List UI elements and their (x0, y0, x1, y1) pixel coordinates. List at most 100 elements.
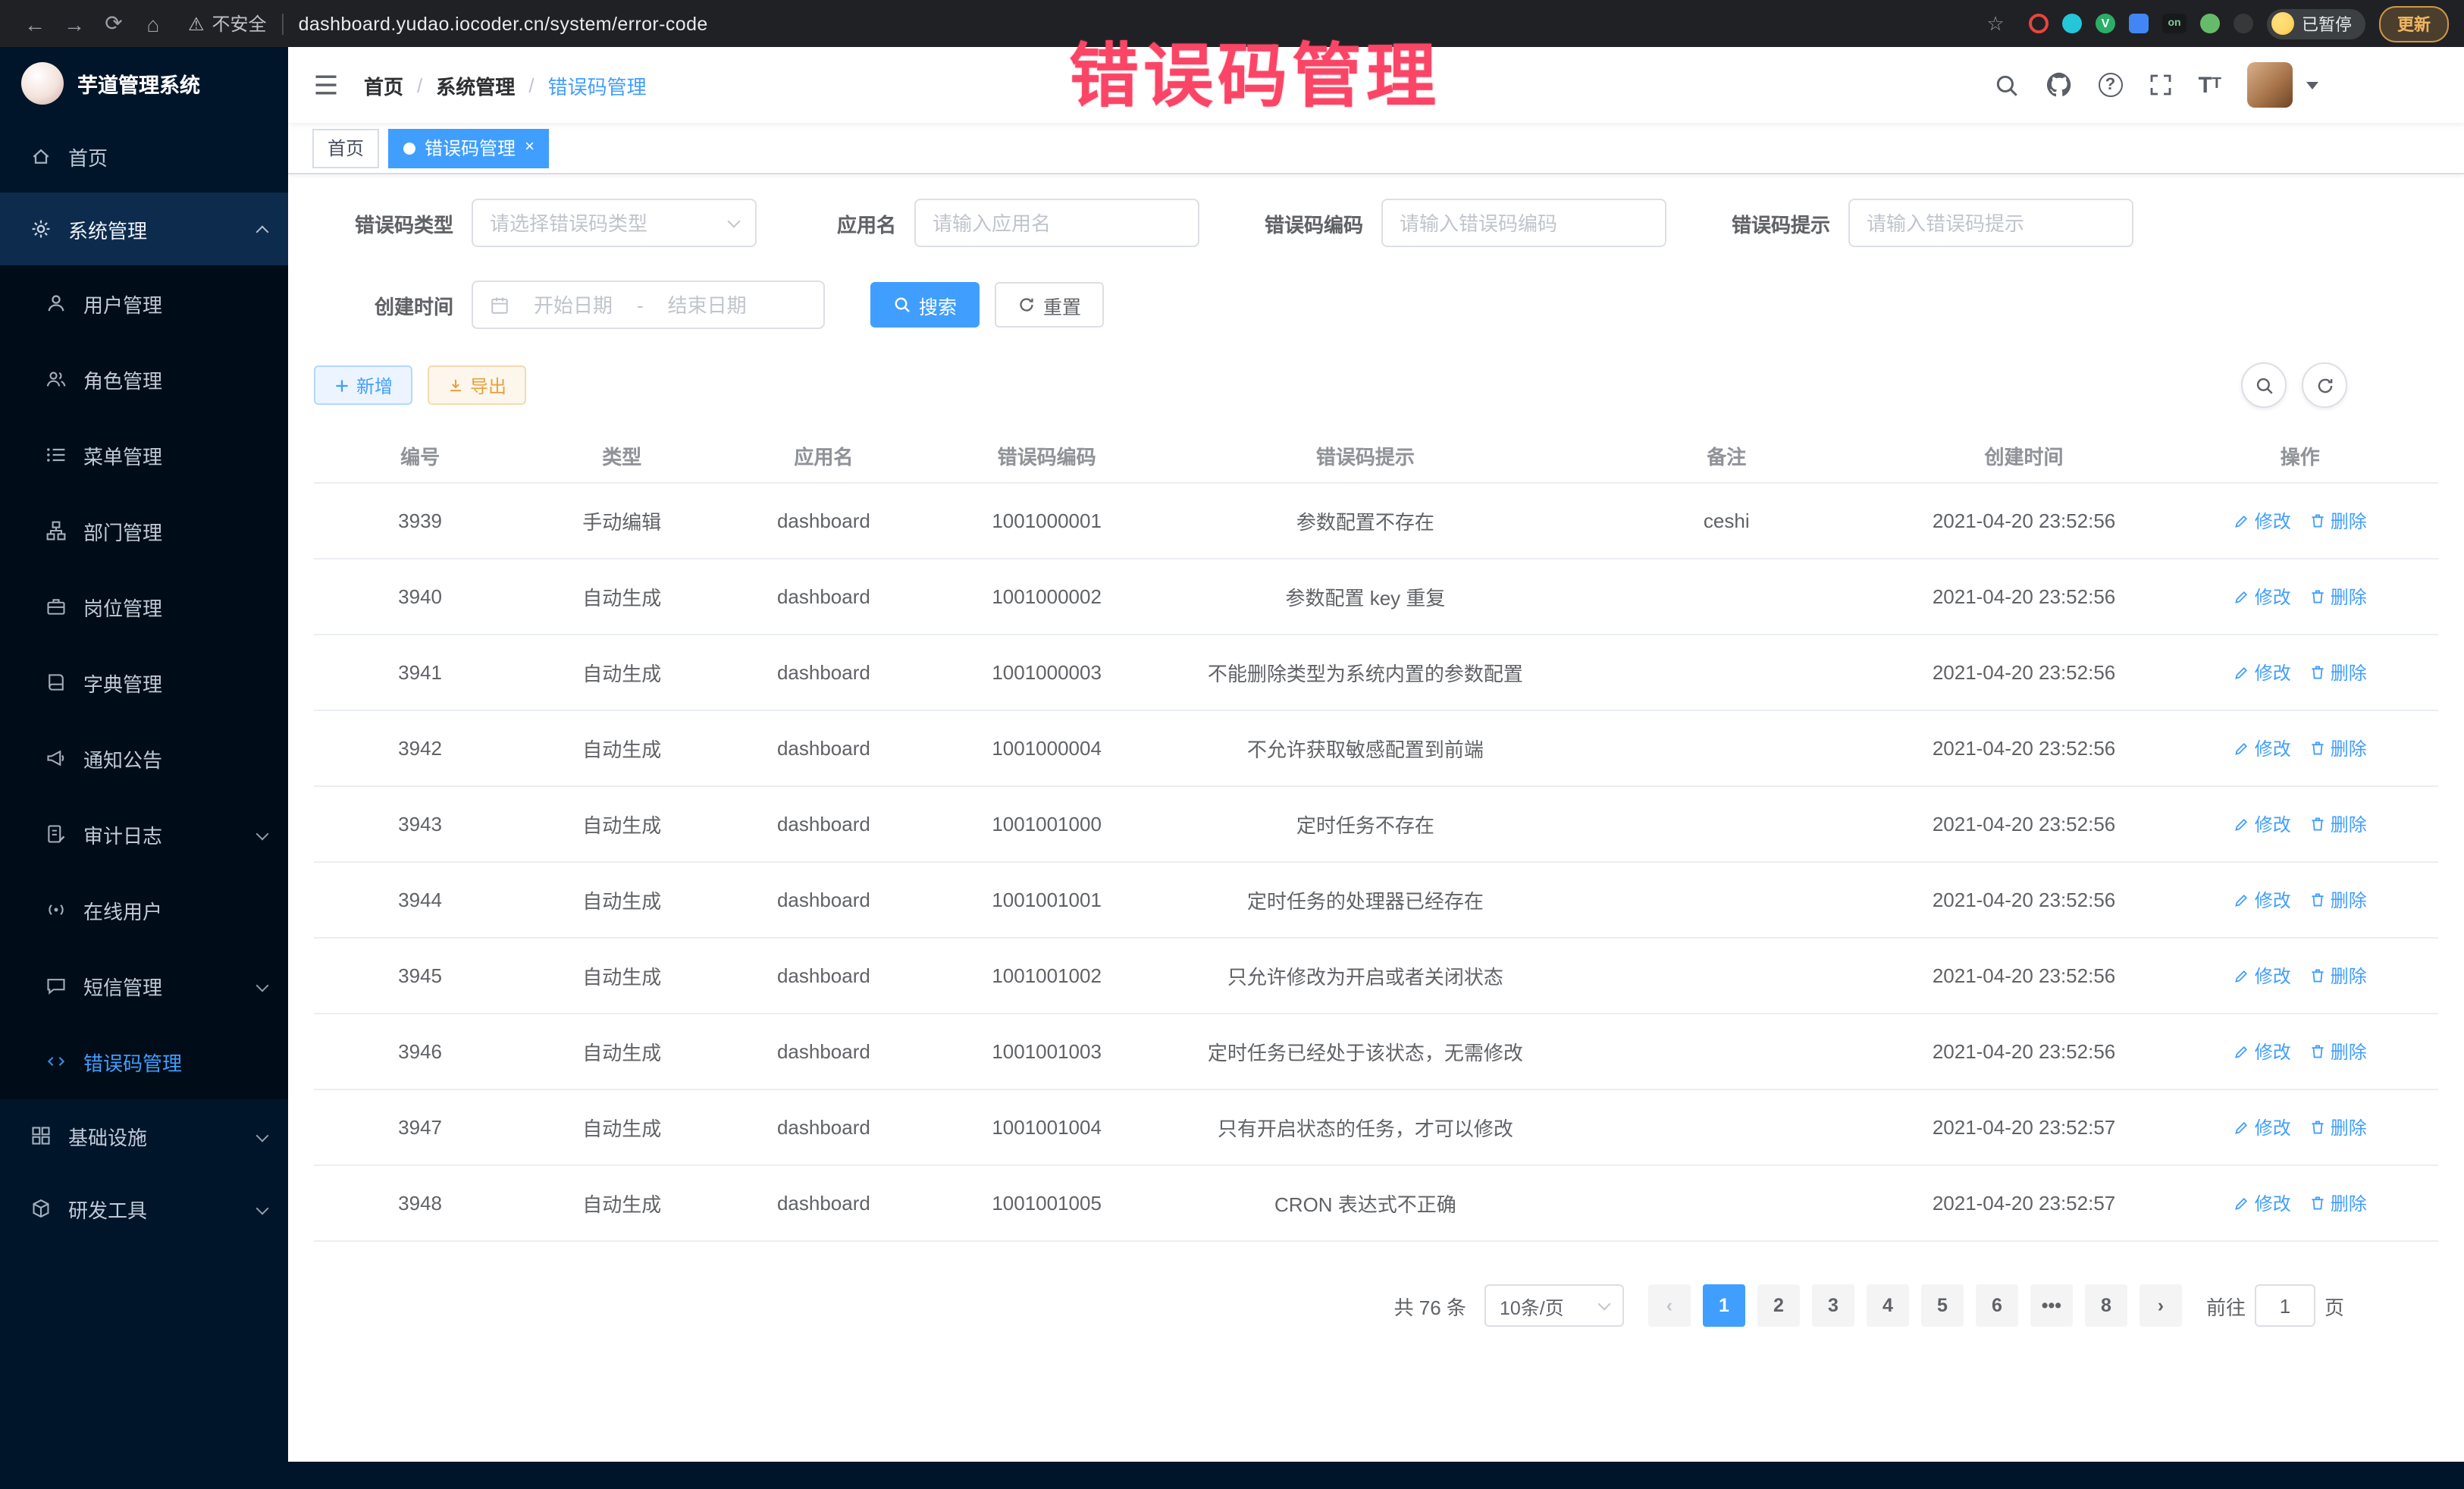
close-icon[interactable]: × (525, 139, 534, 156)
cell-type: 手动编辑 (526, 506, 717, 535)
tab-error-code[interactable]: 错误码管理 × (388, 128, 550, 168)
edit-link[interactable]: 修改 (2234, 660, 2291, 685)
extension-icon-3[interactable]: V (2096, 14, 2115, 33)
cell-app: dashboard (717, 1116, 929, 1139)
browser-update-button[interactable]: 更新 (2379, 5, 2449, 42)
avatar[interactable] (2247, 62, 2293, 108)
cell-code: 1001000004 (930, 737, 1164, 760)
delete-link[interactable]: 删除 (2309, 887, 2367, 913)
refresh-table-button[interactable] (2302, 362, 2347, 408)
extension-icon-7[interactable] (2234, 14, 2253, 33)
reload-icon[interactable]: ⟳ (94, 11, 133, 36)
browser-home-icon[interactable]: ⌂ (133, 11, 173, 36)
breadcrumb-home[interactable]: 首页 (364, 71, 403, 99)
sidebar-item-devtools[interactable]: 研发工具 (0, 1172, 288, 1245)
error-code-input[interactable] (1381, 199, 1666, 247)
export-button[interactable]: 导出 (428, 365, 526, 405)
extension-icon-1[interactable] (2029, 14, 2049, 33)
edit-link[interactable]: 修改 (2234, 735, 2291, 761)
bookmark-star-icon[interactable]: ☆ (1976, 11, 2015, 36)
chevron-down-icon (256, 828, 269, 841)
security-chip[interactable]: ⚠ 不安全 (188, 11, 267, 36)
browser-chrome: ← → ⟳ ⌂ ⚠ 不安全 dashboard.yudao.iocoder.cn… (0, 0, 2464, 47)
app-name-input[interactable] (914, 199, 1199, 247)
error-hint-input[interactable] (1848, 199, 2133, 247)
cell-hint: 只有开启状态的任务，才可以修改 (1164, 1113, 1567, 1142)
sidebar-item-notice-mgmt[interactable]: 通知公告 (0, 720, 288, 796)
reset-button[interactable]: 重置 (995, 282, 1104, 328)
search-icon[interactable] (1993, 72, 2019, 98)
edit-link[interactable]: 修改 (2234, 1114, 2291, 1140)
extension-icon-4[interactable] (2129, 14, 2149, 33)
extension-icon-5[interactable]: on (2162, 14, 2187, 33)
sidebar-item-sms-mgmt[interactable]: 短信管理 (0, 948, 288, 1023)
page-button[interactable]: 3 (1812, 1284, 1854, 1327)
github-icon[interactable] (2045, 71, 2072, 99)
next-page-button[interactable]: › (2140, 1284, 2182, 1327)
page-button[interactable]: ••• (2030, 1284, 2073, 1327)
back-icon[interactable]: ← (15, 11, 55, 36)
breadcrumb-system[interactable]: 系统管理 (436, 71, 515, 99)
help-icon[interactable]: ? (2098, 73, 2122, 97)
url-text[interactable]: dashboard.yudao.iocoder.cn/system/error-… (299, 13, 708, 34)
extension-icon-2[interactable] (2062, 14, 2082, 33)
edit-link[interactable]: 修改 (2234, 963, 2291, 989)
add-button[interactable]: 新增 (314, 365, 412, 405)
font-size-icon[interactable]: TT (2198, 74, 2221, 96)
search-icon (893, 296, 911, 314)
edit-link[interactable]: 修改 (2234, 584, 2291, 610)
profile-paused-badge[interactable]: 已暂停 (2267, 8, 2365, 39)
sidebar-item-post-mgmt[interactable]: 岗位管理 (0, 569, 288, 644)
delete-link[interactable]: 删除 (2309, 963, 2367, 989)
pencil-icon (2234, 588, 2250, 605)
delete-link[interactable]: 删除 (2309, 735, 2367, 761)
sidebar-item-system[interactable]: 系统管理 (0, 193, 288, 265)
cell-hint: 定时任务已经处于该状态，无需修改 (1164, 1037, 1567, 1066)
sidebar-item-error-code-mgmt[interactable]: 错误码管理 (0, 1023, 288, 1099)
page-size-select[interactable]: 10条/页 (1484, 1284, 1624, 1327)
edit-link[interactable]: 修改 (2234, 1190, 2291, 1216)
page-button[interactable]: 4 (1867, 1284, 1909, 1327)
fullscreen-icon[interactable] (2148, 73, 2172, 97)
extension-icon-6[interactable] (2200, 14, 2220, 33)
edit-link[interactable]: 修改 (2234, 811, 2291, 837)
goto-page-input[interactable] (2255, 1284, 2315, 1327)
sidebar-item-audit-log[interactable]: 审计日志 (0, 796, 288, 872)
sidebar-item-user-mgmt[interactable]: 用户管理 (0, 265, 288, 341)
trash-icon (2309, 740, 2326, 757)
trash-icon (2309, 664, 2326, 681)
delete-link[interactable]: 删除 (2309, 1190, 2367, 1216)
error-type-select[interactable] (472, 199, 757, 247)
cell-id: 3947 (314, 1116, 526, 1139)
page-button[interactable]: 8 (2085, 1284, 2127, 1327)
sidebar-item-online-users[interactable]: 在线用户 (0, 872, 288, 948)
filter-code-label: 错误码编码 (1245, 208, 1363, 237)
edit-link[interactable]: 修改 (2234, 508, 2291, 534)
sidebar-item-infra[interactable]: 基础设施 (0, 1099, 288, 1172)
sidebar-item-role-mgmt[interactable]: 角色管理 (0, 341, 288, 417)
search-button[interactable]: 搜索 (870, 282, 980, 328)
page-button[interactable]: 2 (1757, 1284, 1800, 1327)
edit-link[interactable]: 修改 (2234, 887, 2291, 913)
tab-home[interactable]: 首页 (312, 128, 379, 168)
delete-link[interactable]: 删除 (2309, 1114, 2367, 1140)
page-button[interactable]: 5 (1921, 1284, 1964, 1327)
delete-link[interactable]: 删除 (2309, 660, 2367, 685)
edit-link[interactable]: 修改 (2234, 1039, 2291, 1064)
page-button[interactable]: 1 (1703, 1284, 1745, 1327)
delete-link[interactable]: 删除 (2309, 1039, 2367, 1064)
hamburger-icon[interactable] (312, 71, 340, 99)
sidebar-item-dept-mgmt[interactable]: 部门管理 (0, 493, 288, 569)
forward-icon[interactable]: → (55, 11, 94, 36)
delete-link[interactable]: 删除 (2309, 584, 2367, 610)
toggle-search-button[interactable] (2241, 362, 2287, 408)
delete-link[interactable]: 删除 (2309, 508, 2367, 534)
prev-page-button[interactable]: ‹ (1648, 1284, 1691, 1327)
date-range-picker[interactable]: - (472, 281, 825, 329)
sidebar-item-home[interactable]: 首页 (0, 120, 288, 193)
trash-icon (2309, 588, 2326, 605)
sidebar-item-dict-mgmt[interactable]: 字典管理 (0, 644, 288, 720)
delete-link[interactable]: 删除 (2309, 811, 2367, 837)
page-button[interactable]: 6 (1976, 1284, 2018, 1327)
sidebar-item-menu-mgmt[interactable]: 菜单管理 (0, 417, 288, 493)
